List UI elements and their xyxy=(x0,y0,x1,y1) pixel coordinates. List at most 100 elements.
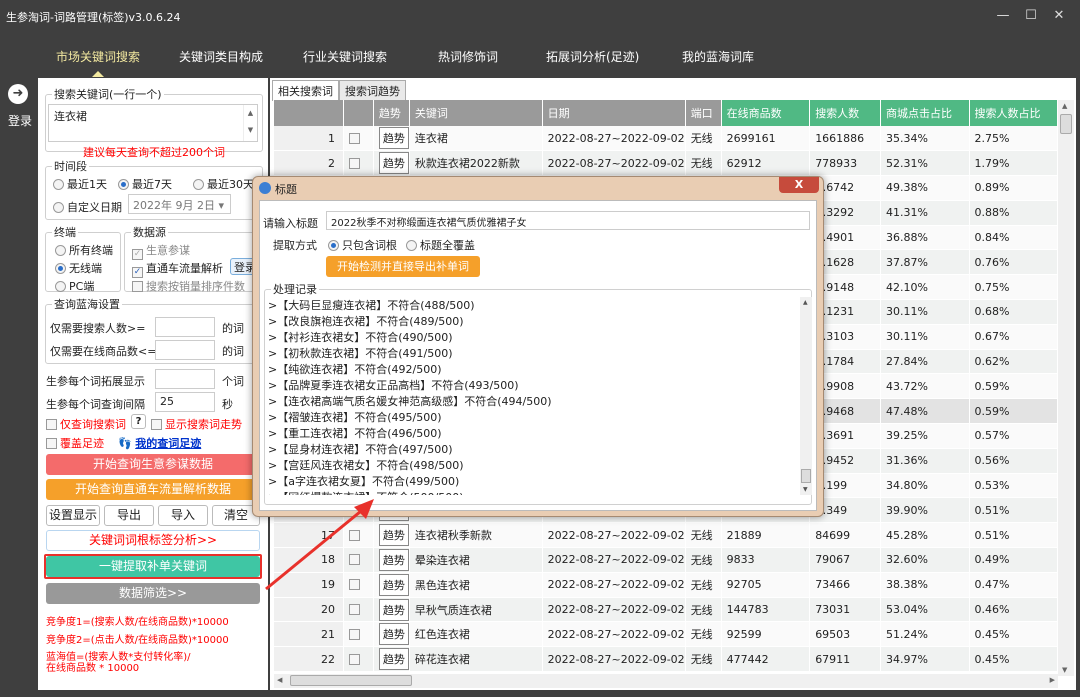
log-entry[interactable]: >【褶皱连衣裙】不符合(495/500) xyxy=(268,409,800,425)
row-checkbox[interactable] xyxy=(349,132,360,144)
trend-button[interactable]: 趋势 xyxy=(378,598,409,621)
row-select-cell[interactable] xyxy=(343,522,374,549)
horizontal-scroll-thumb[interactable] xyxy=(290,675,412,686)
nav-tab-industry[interactable]: 行业关键词搜索 xyxy=(303,48,387,65)
row-checkbox[interactable] xyxy=(349,554,360,566)
minimize-icon[interactable]: — xyxy=(996,8,1010,23)
trend-button[interactable]: 趋势 xyxy=(378,127,409,150)
start-detect-export-button[interactable]: 开始检测并直接导出补单词 xyxy=(326,256,480,277)
method-full-cover[interactable]: 标题全覆盖 xyxy=(406,237,475,253)
period-30days[interactable]: 最近30天 xyxy=(193,176,254,192)
log-entry[interactable]: >【衬衫连衣裙女】不符合(490/500) xyxy=(268,329,800,345)
source-sales-sort[interactable]: 搜索按销量排序件数 xyxy=(132,278,245,294)
row-checkbox[interactable] xyxy=(349,579,360,591)
row-select-cell[interactable] xyxy=(343,621,374,648)
scroll-down-icon[interactable]: ▼ xyxy=(1062,666,1067,674)
table-row[interactable]: 20 趋势 早秋气质连衣裙 2022-08-27~2022-09-02 无线 144783… xyxy=(274,597,1058,623)
close-icon[interactable]: ✕ xyxy=(1052,8,1066,23)
log-scroll-down-icon[interactable]: ▼ xyxy=(803,486,808,493)
title-input[interactable]: 2022秋季不对称缎面连衣裙气质优雅裙子女 xyxy=(326,211,810,230)
table-row[interactable]: 17 趋势 连衣裙秋季新款 2022-08-27~2022-09-02 无线 21889 8… xyxy=(274,522,1058,549)
col-mall-click-ratio[interactable]: 商城点击占比 xyxy=(880,100,970,126)
row-select-cell[interactable] xyxy=(343,597,374,623)
terminal-wireless[interactable]: 无线端 xyxy=(55,260,102,276)
log-entry[interactable]: >【连衣裙高端气质名媛女神范高级感】不符合(494/500) xyxy=(268,393,800,409)
source-sycm[interactable]: ✓ 生意参谋 xyxy=(132,242,190,260)
tab-related-keywords[interactable]: 相关搜索词 xyxy=(272,80,339,101)
login-arrow-icon[interactable]: ➜ xyxy=(8,84,28,104)
login-label[interactable]: 登录 xyxy=(8,112,32,129)
row-checkbox[interactable] xyxy=(349,628,360,640)
table-row[interactable]: 22 趋势 碎花连衣裙 2022-08-27~2022-09-02 无线 477442 67… xyxy=(274,646,1058,673)
period-7days[interactable]: 最近7天 xyxy=(118,176,172,192)
trend-button[interactable]: 趋势 xyxy=(378,152,409,175)
log-entry[interactable]: >【a字连衣裙女夏】不符合(499/500) xyxy=(268,473,800,489)
nav-tab-my-library[interactable]: 我的蓝海词库 xyxy=(682,48,754,65)
scroll-right-icon[interactable]: ▶ xyxy=(1050,676,1055,684)
terminal-all[interactable]: 所有终端 xyxy=(55,242,113,258)
nav-tab-category[interactable]: 关键词类目构成 xyxy=(179,48,263,65)
export-button[interactable]: 导出 xyxy=(104,505,154,526)
row-select-cell[interactable] xyxy=(343,572,374,598)
my-footprint-link[interactable]: 👣 我的查词足迹 xyxy=(118,435,201,451)
tab-keyword-trend[interactable]: 搜索词趋势 xyxy=(339,80,406,101)
log-entry[interactable]: >【网红爆款连衣裙】不符合(500/500) xyxy=(268,489,800,495)
data-filter-button[interactable]: 数据筛选>> xyxy=(46,583,260,604)
col-date[interactable]: 日期 xyxy=(542,100,686,126)
trend-button[interactable]: 趋势 xyxy=(378,573,409,596)
table-row[interactable]: 21 趋势 红色连衣裙 2022-08-27~2022-09-02 无线 92599 695… xyxy=(274,621,1058,648)
col-search-ratio[interactable]: 搜索人数占比 xyxy=(969,100,1058,126)
log-list[interactable]: >【大码巨显瘦连衣裙】不符合(488/500) >【改良旗袍连衣裙】不符合(489… xyxy=(268,297,800,495)
log-scroll-up-icon[interactable]: ▲ xyxy=(803,299,808,306)
vertical-scrollbar[interactable]: ▲ ▼ xyxy=(1058,100,1074,676)
interval-input[interactable]: 25 xyxy=(155,392,215,412)
settings-display-button[interactable]: 设置显示 xyxy=(46,505,100,526)
row-select-cell[interactable] xyxy=(343,126,374,152)
row-checkbox[interactable] xyxy=(349,604,360,616)
log-entry[interactable]: >【显身材连衣裙】不符合(497/500) xyxy=(268,441,800,457)
log-entry[interactable]: >【品牌夏季连衣裙女正品高档】不符合(493/500) xyxy=(268,377,800,393)
method-root-only[interactable]: 只包含词根 xyxy=(328,237,397,253)
trend-button[interactable]: 趋势 xyxy=(378,623,409,646)
table-row[interactable]: 1 趋势 连衣裙 2022-08-27~2022-09-02 无线 2699161 1661… xyxy=(274,126,1058,152)
log-scroll-thumb[interactable] xyxy=(801,469,811,483)
row-checkbox[interactable] xyxy=(349,529,360,541)
trend-button[interactable]: 趋势 xyxy=(378,524,409,547)
max-goods-input[interactable] xyxy=(155,340,215,360)
extract-keywords-button[interactable]: 一键提取补单关键词 xyxy=(46,556,260,577)
log-entry[interactable]: >【重工连衣裙】不符合(496/500) xyxy=(268,425,800,441)
root-analysis-button[interactable]: 关键词词根标签分析>> xyxy=(46,530,260,551)
nav-tab-expand[interactable]: 拓展词分析(足迹) xyxy=(546,48,639,65)
cover-footprint-checkbox[interactable]: 覆盖足迹 xyxy=(46,435,104,451)
trend-button[interactable]: 趋势 xyxy=(378,548,409,571)
source-ztc[interactable]: ✓ 直通车流量解析 xyxy=(132,260,223,278)
only-search-checkbox[interactable]: 仅查询搜索词 xyxy=(46,416,126,432)
log-entry[interactable]: >【纯欲连衣裙】不符合(492/500) xyxy=(268,361,800,377)
table-row[interactable]: 2 趋势 秋款连衣裙2022新款 2022-08-27~2022-09-02 无线 629… xyxy=(274,150,1058,177)
row-select-cell[interactable] xyxy=(343,150,374,177)
nav-tab-market-search[interactable]: 市场关键词搜索 xyxy=(56,48,140,65)
expand-input[interactable] xyxy=(155,369,215,389)
col-port[interactable]: 端口 xyxy=(685,100,722,126)
nav-tab-hotwords[interactable]: 热词修饰词 xyxy=(438,48,498,65)
col-search-users[interactable]: 搜索人数 xyxy=(809,100,881,126)
log-entry[interactable]: >【初秋款连衣裙】不符合(491/500) xyxy=(268,345,800,361)
keywords-textarea[interactable]: 连衣裙 ▲ ▼ xyxy=(48,104,258,142)
query-ztc-button[interactable]: 开始查询直通车流量解析数据 xyxy=(46,479,260,500)
col-trend[interactable]: 趋势 xyxy=(373,100,410,126)
table-row[interactable]: 18 趋势 晕染连衣裙 2022-08-27~2022-09-02 无线 9833 7906… xyxy=(274,547,1058,573)
horizontal-scrollbar[interactable]: ◀ ▶ xyxy=(274,674,1058,688)
log-entry[interactable]: >【改良旗袍连衣裙】不符合(489/500) xyxy=(268,313,800,329)
maximize-icon[interactable]: ☐ xyxy=(1024,8,1038,23)
row-checkbox[interactable] xyxy=(349,653,360,665)
log-entry[interactable]: >【宫廷风连衣裙女】不符合(498/500) xyxy=(268,457,800,473)
help-button[interactable]: ? xyxy=(131,414,146,429)
terminal-pc[interactable]: PC端 xyxy=(55,278,94,294)
col-online-goods[interactable]: 在线商品数 xyxy=(721,100,811,126)
log-scrollbar[interactable]: ▲ ▼ xyxy=(800,297,812,495)
query-sycm-button[interactable]: 开始查询生意参谋数据 xyxy=(46,454,260,475)
dialog-close-button[interactable]: X xyxy=(779,177,819,193)
row-checkbox[interactable] xyxy=(349,157,360,169)
min-search-input[interactable] xyxy=(155,317,215,337)
trend-button[interactable]: 趋势 xyxy=(378,648,409,671)
